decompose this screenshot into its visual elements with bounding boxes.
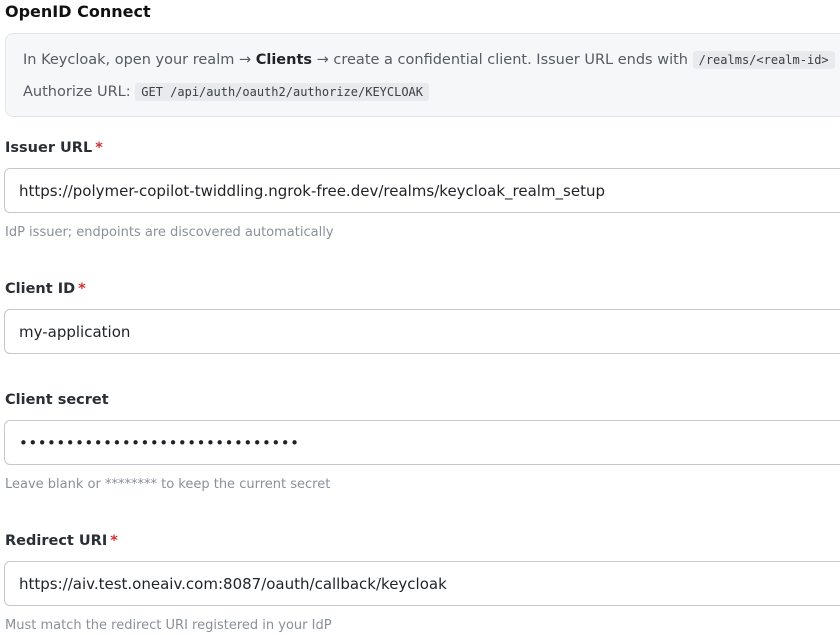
- redirect-uri-input[interactable]: [4, 561, 840, 606]
- issuer-url-label-text: Issuer URL: [5, 140, 93, 156]
- issuer-url-label: Issuer URL *: [5, 139, 103, 157]
- info-callout: In Keycloak, open your realm → Clients →…: [5, 33, 840, 117]
- info-clients-emphasis: Clients: [255, 52, 313, 68]
- issuer-url-input[interactable]: [4, 168, 840, 213]
- info-text: → create a confidential client. Issuer U…: [312, 52, 693, 68]
- info-text: In Keycloak, open your realm →: [23, 52, 256, 68]
- realm-path-code: /realms/<realm-id>: [692, 51, 835, 69]
- info-text: .: [835, 52, 840, 68]
- info-line-instructions: In Keycloak, open your realm → Clients →…: [23, 48, 840, 72]
- required-asterisk: *: [78, 281, 86, 297]
- authorize-url-code: GET /api/auth/oauth2/authorize/KEYCLOAK: [135, 83, 430, 101]
- issuer-url-help: IdP issuer; endpoints are discovered aut…: [5, 225, 334, 240]
- client-secret-input[interactable]: [4, 420, 840, 465]
- client-id-label: Client ID *: [5, 280, 86, 298]
- required-asterisk: *: [110, 533, 118, 549]
- authorize-url-label: Authorize URL:: [23, 84, 136, 100]
- client-id-label-text: Client ID: [5, 281, 76, 297]
- required-asterisk: *: [95, 140, 103, 156]
- redirect-uri-help: Must match the redirect URI registered i…: [5, 618, 332, 633]
- redirect-uri-label: Redirect URI *: [5, 532, 118, 550]
- client-secret-help: Leave blank or ******** to keep the curr…: [5, 477, 331, 492]
- redirect-uri-label-text: Redirect URI: [5, 533, 108, 549]
- client-id-input[interactable]: [4, 309, 840, 354]
- client-secret-label: Client secret: [5, 392, 109, 408]
- section-title: OpenID Connect: [5, 2, 151, 21]
- info-line-authorize-url: Authorize URL: GET /api/auth/oauth2/auth…: [23, 80, 837, 104]
